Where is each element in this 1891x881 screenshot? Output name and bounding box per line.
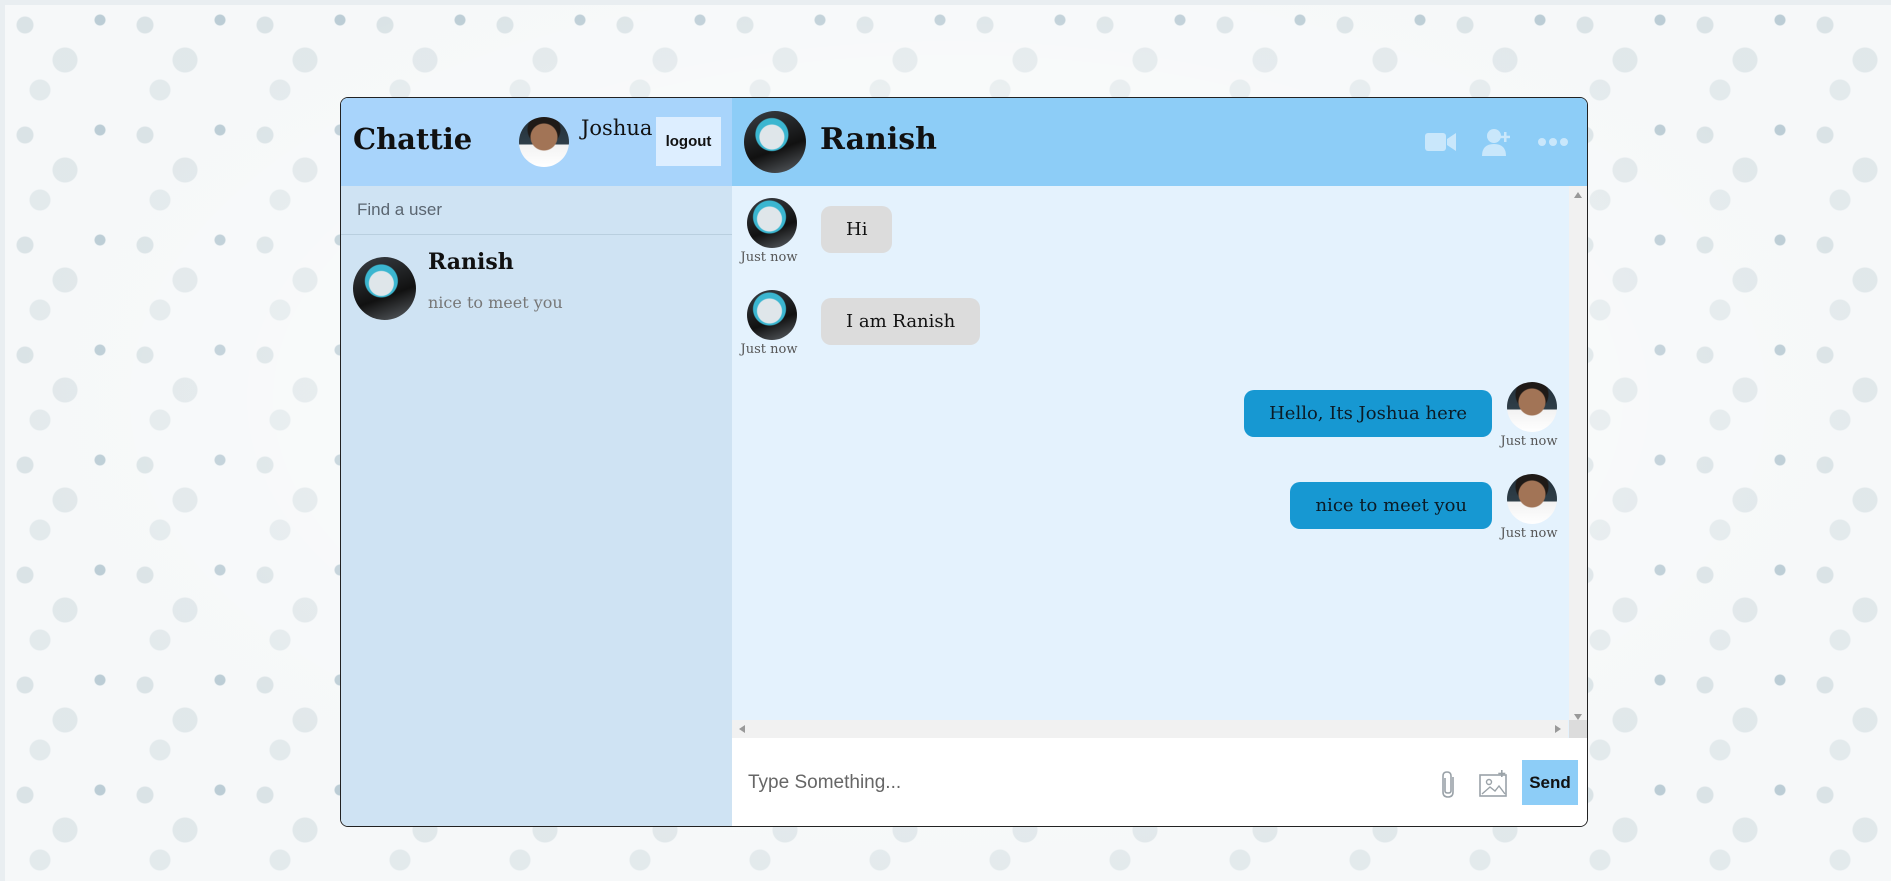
message-list[interactable]: Just now Hi Just now I am Ranish Just no…	[732, 186, 1587, 738]
message-time: Just now	[1500, 434, 1558, 449]
horizontal-scrollbar[interactable]	[732, 720, 1568, 738]
app-brand: Chattie	[353, 122, 473, 156]
message-bubble: Hello, Its Joshua here	[1244, 390, 1492, 437]
avatar	[1506, 474, 1557, 524]
sidebar: Chattie Joshua logout Ranish nice to mee…	[341, 98, 732, 826]
message-outgoing: Just now nice to meet you	[1290, 474, 1559, 541]
message-outgoing: Just now Hello, Its Joshua here	[1244, 382, 1559, 449]
add-user-icon[interactable]	[1481, 128, 1513, 156]
paperclip-icon[interactable]	[1437, 770, 1461, 800]
user-search	[341, 186, 732, 235]
avatar	[746, 290, 797, 340]
scrollbar-corner	[1569, 720, 1587, 738]
conversation-item[interactable]: Ranish nice to meet you	[341, 235, 732, 330]
message-bubble: Hi	[821, 206, 893, 253]
scroll-left-icon[interactable]	[739, 725, 745, 733]
chat-header: Ranish	[732, 98, 1587, 186]
sidebar-header: Chattie Joshua logout	[341, 98, 732, 186]
message-input[interactable]	[746, 760, 1370, 806]
message-incoming: Just now Hi	[741, 198, 893, 265]
message-composer: Send	[732, 738, 1587, 826]
chat-app-window: Chattie Joshua logout Ranish nice to mee…	[340, 97, 1588, 827]
logout-button[interactable]: logout	[656, 117, 721, 166]
video-camera-icon[interactable]	[1425, 128, 1457, 156]
contact-name: Ranish	[820, 122, 937, 157]
message-time: Just now	[740, 250, 798, 265]
scroll-up-icon[interactable]	[1574, 192, 1582, 198]
vertical-scrollbar[interactable]	[1569, 186, 1587, 726]
avatar	[1506, 382, 1557, 432]
conversation-name: Ranish	[428, 249, 514, 275]
current-user-avatar	[519, 117, 569, 167]
message-bubble: I am Ranish	[821, 298, 981, 345]
search-input[interactable]	[355, 199, 699, 221]
current-user-name: Joshua	[581, 116, 653, 140]
chat-panel: Ranish Just now Hi Just now I am Ranish …	[732, 98, 1587, 826]
message-bubble: nice to meet you	[1290, 482, 1492, 529]
message-incoming: Just now I am Ranish	[741, 290, 981, 357]
message-time: Just now	[1500, 526, 1558, 541]
conversation-last-message: nice to meet you	[428, 293, 563, 312]
image-icon[interactable]	[1478, 770, 1510, 798]
contact-avatar	[744, 111, 806, 173]
avatar	[353, 257, 416, 320]
send-button[interactable]: Send	[1522, 760, 1578, 805]
message-time: Just now	[740, 342, 798, 357]
avatar	[746, 198, 797, 248]
more-icon[interactable]	[1537, 128, 1569, 156]
scroll-right-icon[interactable]	[1555, 725, 1561, 733]
